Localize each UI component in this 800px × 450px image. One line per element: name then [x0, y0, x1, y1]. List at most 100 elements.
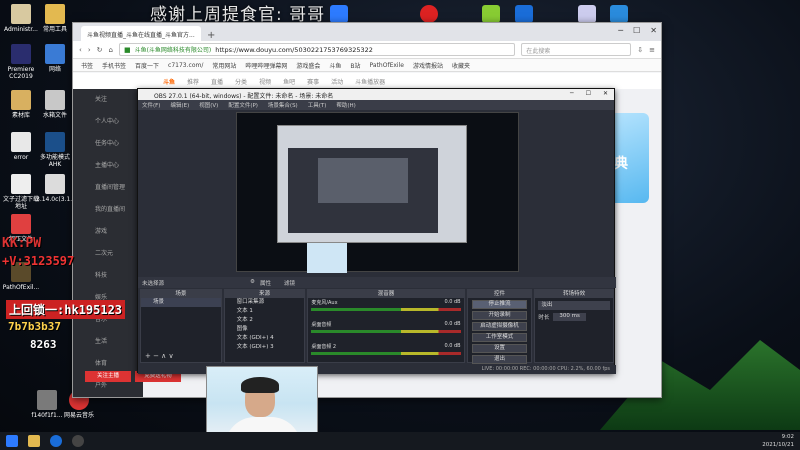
- scene-item[interactable]: 场景: [141, 298, 221, 307]
- source-item[interactable]: 图像: [225, 325, 305, 334]
- back-icon[interactable]: ‹: [79, 46, 82, 54]
- bookmark-item[interactable]: B站: [350, 61, 360, 70]
- minimize-icon[interactable]: ─: [618, 26, 623, 35]
- site-nav-item[interactable]: 分类: [235, 77, 247, 86]
- desktop-icon-error[interactable]: error: [2, 132, 40, 161]
- start-icon[interactable]: [6, 435, 18, 447]
- refresh-icon[interactable]: ↻: [97, 46, 103, 54]
- douyu-logo[interactable]: 斗鱼: [163, 77, 175, 86]
- menu-item[interactable]: 编辑(E): [170, 101, 189, 109]
- transition-select[interactable]: 淡出: [538, 301, 610, 310]
- close-icon[interactable]: ✕: [650, 26, 657, 35]
- follow-button[interactable]: 关注主播: [85, 371, 131, 382]
- browser-tab[interactable]: 斗鱼视频直播_斗鱼在线直播_斗鱼官方...: [81, 26, 201, 41]
- sidebar-item[interactable]: 游戏: [73, 221, 143, 243]
- gear-icon[interactable]: ⚙: [250, 279, 255, 285]
- source-item[interactable]: 文本 2: [225, 316, 305, 325]
- menu-item[interactable]: 配置文件(P): [228, 101, 258, 109]
- source-item[interactable]: 文本 (GDI+) 3: [225, 343, 305, 352]
- menu-icon[interactable]: ≡: [649, 46, 655, 54]
- app-icon[interactable]: [515, 5, 533, 23]
- url-field[interactable]: ■ 斗鱼(斗鱼网络科技有限公司) https://www.douyu.com/5…: [118, 43, 516, 56]
- site-nav-item[interactable]: 活动: [331, 77, 343, 86]
- duration-input[interactable]: 300 ms: [553, 313, 586, 321]
- scene-controls[interactable]: + − ∧ ∨: [145, 352, 174, 360]
- bookmark-item[interactable]: PathOfExile: [370, 62, 404, 69]
- browser-taskbar-icon[interactable]: [50, 435, 62, 447]
- sidebar-item[interactable]: 直播间管理: [73, 177, 143, 199]
- desktop-icon-administrator[interactable]: Administr...: [2, 4, 40, 33]
- sidebar-item[interactable]: 主播中心: [73, 155, 143, 177]
- start-recording-button[interactable]: 开始录制: [471, 311, 528, 320]
- menu-item[interactable]: 文件(F): [142, 101, 160, 109]
- sidebar-item[interactable]: 个人中心: [73, 111, 143, 133]
- menu-item[interactable]: 工具(T): [308, 101, 327, 109]
- source-item[interactable]: 文本 1: [225, 307, 305, 316]
- menu-item[interactable]: 视图(V): [199, 101, 218, 109]
- bookmark-item[interactable]: 游戏盛会: [296, 61, 320, 70]
- volume-meter[interactable]: [311, 308, 461, 311]
- obs-taskbar-icon[interactable]: [72, 435, 84, 447]
- maximize-icon[interactable]: ☐: [586, 90, 591, 97]
- desktop-icon-tools[interactable]: 常用工具: [36, 4, 74, 33]
- site-nav-item[interactable]: 视频: [259, 77, 271, 86]
- desktop-icon-watermark[interactable]: 水箱文件: [36, 90, 74, 119]
- source-item[interactable]: 窗口采集源: [225, 298, 305, 307]
- bookmark-item[interactable]: 手机书签: [102, 61, 126, 70]
- search-input[interactable]: 在此搜索: [521, 43, 632, 56]
- stop-streaming-button[interactable]: 停止推流: [471, 300, 528, 309]
- volume-meter[interactable]: [311, 352, 461, 355]
- sidebar-item[interactable]: 我的直播间: [73, 199, 143, 221]
- desktop-icon-archive[interactable]: 3.14.0c(3.1...: [36, 174, 76, 203]
- volume-meter[interactable]: [311, 330, 461, 333]
- obs-preview[interactable]: [236, 112, 519, 273]
- sidebar-item[interactable]: 科技: [73, 265, 143, 287]
- sidebar-item[interactable]: 关注: [73, 89, 143, 111]
- bookmark-item[interactable]: 哔哩哔哩弹幕网: [245, 61, 287, 70]
- explorer-icon[interactable]: [28, 435, 40, 447]
- maximize-icon[interactable]: ☐: [633, 26, 640, 35]
- source-item[interactable]: 文本 (GDI+) 4: [225, 334, 305, 343]
- forward-icon[interactable]: ›: [88, 46, 91, 54]
- studio-mode-button[interactable]: 工作室模式: [471, 333, 528, 342]
- desktop-icon-premiere[interactable]: Premiere CC2019: [2, 44, 40, 80]
- star-icon[interactable]: [482, 5, 500, 23]
- minimize-icon[interactable]: ─: [570, 90, 574, 97]
- bookmark-item[interactable]: 斗鱼: [329, 61, 341, 70]
- site-nav-item[interactable]: 推荐: [187, 77, 199, 86]
- app-icon-3[interactable]: [610, 5, 628, 23]
- app-icon-2[interactable]: [578, 5, 596, 23]
- site-nav-item[interactable]: 赛事: [307, 77, 319, 86]
- desktop-icon-1[interactable]: [330, 5, 348, 23]
- bookmark-item[interactable]: c7173.com/: [168, 62, 203, 69]
- bookmark-item[interactable]: 书签: [81, 61, 93, 70]
- qq-icon[interactable]: [420, 5, 438, 23]
- sidebar-item[interactable]: 生活: [73, 331, 143, 353]
- site-nav-item[interactable]: 鱼吧: [283, 77, 295, 86]
- home-icon[interactable]: ⌂: [109, 46, 113, 54]
- bookmark-item[interactable]: 游戏情报站: [413, 61, 443, 70]
- desktop-icon-network[interactable]: 网络: [36, 44, 74, 73]
- desktop-icon-textfilter[interactable]: 文子过滤下载地址: [2, 174, 40, 210]
- controls-panel: 控件 停止推流 开始录制 启动虚拟摄像机 工作室模式 设置 退出: [466, 289, 533, 364]
- site-nav-item[interactable]: 直播: [211, 77, 223, 86]
- desktop-icon-ahk[interactable]: 多功能模式AHK: [36, 132, 74, 168]
- download-icon[interactable]: ⇩: [637, 46, 643, 54]
- properties-button[interactable]: 属性: [260, 279, 271, 287]
- close-icon[interactable]: ✕: [603, 90, 608, 97]
- archive-icon: [11, 214, 31, 234]
- exit-button[interactable]: 退出: [471, 355, 528, 364]
- new-tab-icon[interactable]: +: [207, 30, 215, 41]
- filters-button[interactable]: 滤镜: [284, 279, 295, 287]
- menu-item[interactable]: 帮助(H): [336, 101, 355, 109]
- bookmark-item[interactable]: 常用网站: [212, 61, 236, 70]
- bookmark-item[interactable]: 百度一下: [135, 61, 159, 70]
- menu-item[interactable]: 场景集合(S): [268, 101, 298, 109]
- virtual-camera-button[interactable]: 启动虚拟摄像机: [471, 322, 528, 331]
- site-nav-item[interactable]: 斗鱼播放器: [355, 77, 385, 86]
- desktop-icon-materials[interactable]: 素材库: [2, 90, 40, 119]
- sidebar-item[interactable]: 任务中心: [73, 133, 143, 155]
- sidebar-item[interactable]: 二次元: [73, 243, 143, 265]
- settings-button[interactable]: 设置: [471, 344, 528, 353]
- bookmark-item[interactable]: 收藏夹: [452, 61, 470, 70]
